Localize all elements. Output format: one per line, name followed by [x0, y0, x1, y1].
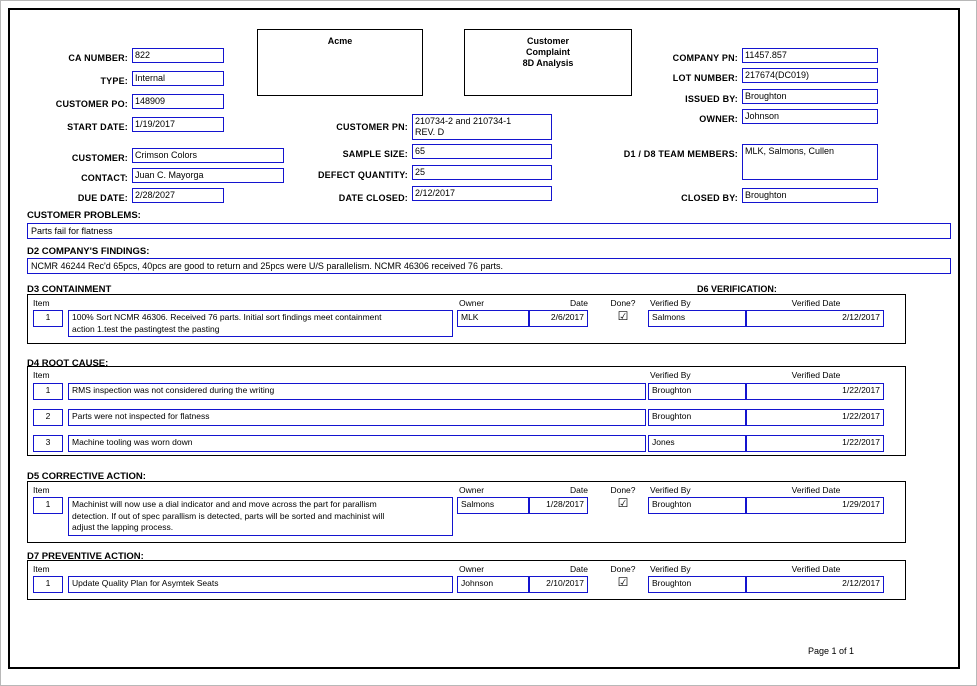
d5-row-verified-date[interactable]: 1/29/2017 [746, 497, 884, 514]
d7-row-item[interactable]: 1 [33, 576, 63, 593]
start-date-field[interactable]: 1/19/2017 [132, 117, 224, 132]
d7-row-date[interactable]: 2/10/2017 [529, 576, 588, 593]
customer-po-field[interactable]: 148909 [132, 94, 224, 109]
d5-row-date[interactable]: 1/28/2017 [529, 497, 588, 514]
d7-col-item: Item [33, 564, 50, 574]
d3-col-done: Done? [610, 298, 636, 308]
d4-col-verified-date: Verified Date [791, 370, 841, 380]
d5-row-done-checkbox[interactable]: ☑ [605, 497, 641, 509]
owner-field[interactable]: Johnson [742, 109, 878, 124]
company-findings-heading: D2 COMPANY'S FINDINGS: [27, 246, 150, 257]
d5-col-done: Done? [610, 485, 636, 495]
d4-row-verified-by[interactable]: Broughton [648, 409, 746, 426]
company-findings-field[interactable]: NCMR 46244 Rec'd 65pcs, 40pcs are good t… [27, 258, 951, 274]
d7-row-verified-by[interactable]: Broughton [648, 576, 746, 593]
date-closed-label: DATE CLOSED: [338, 193, 408, 203]
company-pn-field[interactable]: 11457.857 [742, 48, 878, 63]
d3-row-verified-by[interactable]: Salmons [648, 310, 746, 327]
company-title-box: Acme [257, 29, 423, 96]
d4-row-item[interactable]: 2 [33, 409, 63, 426]
d3-col-item: Item [33, 298, 50, 308]
d4-row-verified-date[interactable]: 1/22/2017 [746, 435, 884, 452]
type-field[interactable]: Internal [132, 71, 224, 86]
company-pn-label: COMPANY PN: [672, 53, 738, 63]
team-members-field[interactable]: MLK, Salmons, Cullen [742, 144, 878, 180]
d4-row-item[interactable]: 1 [33, 383, 63, 400]
customer-pn-field[interactable]: 210734-2 and 210734-1 REV. D [412, 114, 552, 140]
type-label: TYPE: [100, 76, 128, 86]
d4-row-description[interactable]: Machine tooling was worn down [68, 435, 646, 452]
d5-row-description[interactable]: Machinist will now use a dial indicator … [68, 497, 453, 536]
sample-size-label: SAMPLE SIZE: [342, 149, 408, 159]
customer-problems-field[interactable]: Parts fail for flatness [27, 223, 951, 239]
d5-col-date: Date [570, 485, 588, 495]
start-date-label: START DATE: [67, 122, 128, 132]
d5-row-owner[interactable]: Salmons [457, 497, 529, 514]
d7-col-verified-by: Verified By [650, 564, 691, 574]
d5-col-owner: Owner [459, 485, 485, 495]
defect-quantity-label: DEFECT QUANTITY: [317, 170, 408, 180]
sample-size-field[interactable]: 65 [412, 144, 552, 159]
contact-label: CONTACT: [81, 173, 128, 183]
d3-row-owner[interactable]: MLK [457, 310, 529, 327]
d3-col-verified-by: Verified By [650, 298, 691, 308]
d7-col-done: Done? [610, 564, 636, 574]
d7-row-owner[interactable]: Johnson [457, 576, 529, 593]
customer-po-label: CUSTOMER PO: [55, 99, 128, 109]
contact-field[interactable]: Juan C. Mayorga [132, 168, 284, 183]
d6-verification-heading: D6 VERIFICATION: [697, 284, 777, 294]
d7-col-verified-date: Verified Date [791, 564, 841, 574]
lot-number-label: LOT NUMBER: [672, 73, 738, 83]
d4-row-verified-date[interactable]: 1/22/2017 [746, 383, 884, 400]
d3-row-verified-date[interactable]: 2/12/2017 [746, 310, 884, 327]
d7-row-verified-date[interactable]: 2/12/2017 [746, 576, 884, 593]
d5-row-item[interactable]: 1 [33, 497, 63, 514]
issued-by-label: ISSUED BY: [685, 94, 738, 104]
d5-col-verified-date: Verified Date [791, 485, 841, 495]
d5-col-item: Item [33, 485, 50, 495]
ca-number-field[interactable]: 822 [132, 48, 224, 63]
issued-by-field[interactable]: Broughton [742, 89, 878, 104]
customer-field[interactable]: Crimson Colors [132, 148, 284, 163]
customer-pn-label: CUSTOMER PN: [336, 122, 408, 132]
d3-row-done-checkbox[interactable]: ☑ [605, 310, 641, 322]
team-members-label: D1 / D8 TEAM MEMBERS: [623, 149, 738, 159]
closed-by-field[interactable]: Broughton [742, 188, 878, 203]
d4-row-verified-date[interactable]: 1/22/2017 [746, 409, 884, 426]
due-date-field[interactable]: 2/28/2027 [132, 188, 224, 203]
d5-row-verified-by[interactable]: Broughton [648, 497, 746, 514]
customer-problems-heading: CUSTOMER PROBLEMS: [27, 210, 141, 221]
d4-row-item[interactable]: 3 [33, 435, 63, 452]
d4-row-verified-by[interactable]: Jones [648, 435, 746, 452]
page-footer: Page 1 of 1 [808, 646, 855, 656]
ca-number-label: CA NUMBER: [68, 53, 128, 63]
d7-col-date: Date [570, 564, 588, 574]
d3-col-owner: Owner [459, 298, 485, 308]
customer-label: CUSTOMER: [71, 153, 128, 163]
d7-col-owner: Owner [459, 564, 485, 574]
form-title-box: Customer Complaint 8D Analysis [464, 29, 632, 96]
d4-col-item: Item [33, 370, 50, 380]
date-closed-field[interactable]: 2/12/2017 [412, 186, 552, 201]
d3-row-description[interactable]: 100% Sort NCMR 46306. Received 76 parts.… [68, 310, 453, 337]
d3-col-verified-date: Verified Date [791, 298, 841, 308]
d3-row-date[interactable]: 2/6/2017 [529, 310, 588, 327]
d7-row-done-checkbox[interactable]: ☑ [605, 576, 641, 588]
d4-row-description[interactable]: Parts were not inspected for flatness [68, 409, 646, 426]
d4-row-verified-by[interactable]: Broughton [648, 383, 746, 400]
d3-row-item[interactable]: 1 [33, 310, 63, 327]
d7-row-description[interactable]: Update Quality Plan for Asymtek Seats [68, 576, 453, 593]
lot-number-field[interactable]: 217674(DC019) [742, 68, 878, 83]
d4-row-description[interactable]: RMS inspection was not considered during… [68, 383, 646, 400]
d3-col-date: Date [570, 298, 588, 308]
form-page: Acme Customer Complaint 8D Analysis CA N… [0, 0, 977, 686]
defect-quantity-field[interactable]: 25 [412, 165, 552, 180]
d4-col-verified-by: Verified By [650, 370, 691, 380]
due-date-label: DUE DATE: [77, 193, 128, 203]
d5-col-verified-by: Verified By [650, 485, 691, 495]
owner-label: OWNER: [699, 114, 738, 124]
closed-by-label: CLOSED BY: [681, 193, 738, 203]
